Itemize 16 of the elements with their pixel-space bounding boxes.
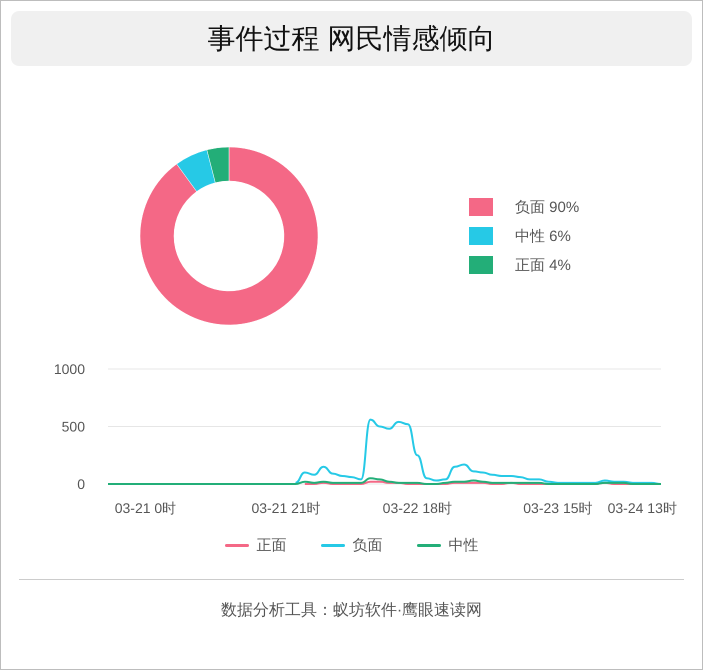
legend-label: 中性 (448, 536, 478, 555)
axis-tick-label: 03-21 0时 (114, 500, 176, 516)
chart-title: 事件过程 网民情感倾向 (11, 11, 692, 66)
axis-tick-label: 1000 (54, 361, 85, 377)
legend-label: 负面 90% (515, 198, 580, 216)
footer-text: 数据分析工具：蚁坊软件·鹰眼速读网 (220, 600, 484, 621)
axis-tick-label: 03-23 15时 (523, 500, 593, 516)
legend-label: 负面 (352, 536, 382, 555)
legend-label: 正面 (256, 536, 286, 555)
axis-tick-label: 03-22 18时 (382, 500, 452, 516)
axis-tick-label: 03-21 21时 (251, 500, 321, 516)
legend-label: 中性 6% (515, 226, 571, 246)
axis-tick-label: 500 (62, 418, 85, 434)
legend-label: 正面 4% (515, 256, 571, 274)
axis-tick-label: 0 (77, 476, 85, 492)
axis-tick-label: 03-24 13时 (608, 500, 677, 516)
